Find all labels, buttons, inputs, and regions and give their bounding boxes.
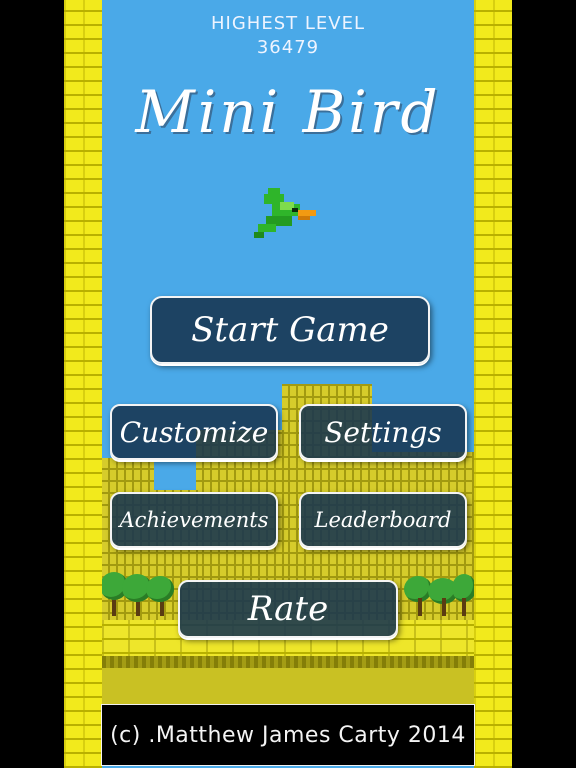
highest-level-label: HIGHEST LEVEL <box>211 13 365 34</box>
game-screen: HIGHEST LEVEL 36479 Mini Bird Start Game… <box>0 0 576 768</box>
achievements-button[interactable]: Achievements <box>110 492 278 548</box>
left-brick-wall <box>64 0 102 768</box>
highest-level-value: 36479 <box>256 37 320 58</box>
game-title: Mini Bird <box>135 78 441 146</box>
rate-button[interactable]: Rate <box>178 580 398 638</box>
highest-level-display: HIGHEST LEVEL 36479 <box>102 12 474 60</box>
settings-button[interactable]: Settings <box>299 404 467 460</box>
ground-strip <box>102 656 474 668</box>
customize-button[interactable]: Customize <box>110 404 278 460</box>
left-letterbox <box>0 0 64 768</box>
start-game-button[interactable]: Start Game <box>150 296 430 364</box>
right-letterbox <box>512 0 576 768</box>
copyright-banner: (c) .Matthew James Carty 2014 <box>101 704 475 766</box>
green-bird-icon <box>254 188 316 238</box>
leaderboard-button[interactable]: Leaderboard <box>299 492 467 548</box>
right-brick-wall <box>474 0 512 768</box>
